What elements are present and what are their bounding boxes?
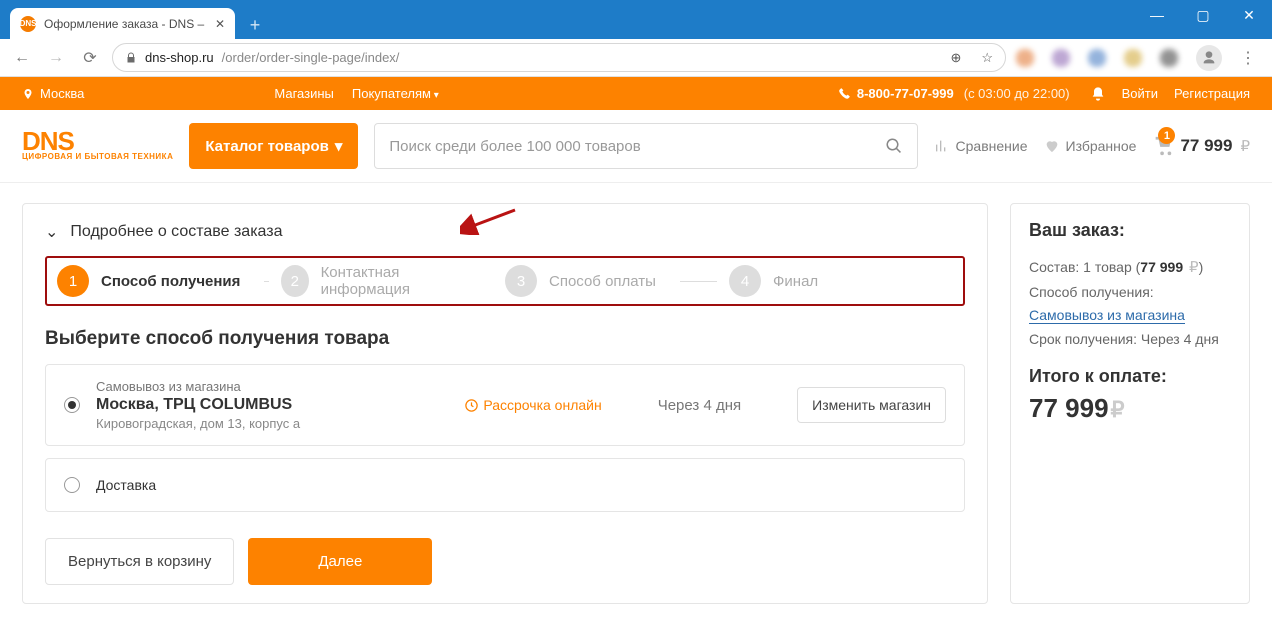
nav-buyers[interactable]: Покупателям [352,86,439,101]
summary-contents-value: 1 товар [1083,259,1132,275]
new-tab-button[interactable]: + [241,11,269,39]
step-number: 4 [729,265,761,297]
catalog-button[interactable]: Каталог товаров ▾ [189,123,358,169]
close-tab-icon[interactable]: ✕ [215,17,225,31]
step-number: 2 [281,265,309,297]
browser-tab-active[interactable]: DNS Оформление заказа - DNS – ин ✕ [10,8,235,39]
cart-button[interactable]: 1 77 999₽ [1152,135,1250,157]
step-label: Финал [773,273,818,290]
search-input[interactable]: Поиск среди более 100 000 товаров [374,123,917,169]
pickup-eta: Через 4 дня [658,397,741,414]
compare-icon [934,138,950,154]
summary-eta-value: Через 4 дня [1141,331,1219,347]
extension-icon[interactable] [1016,49,1034,67]
step-4[interactable]: 4 Финал [729,265,953,297]
extension-icon[interactable] [1160,49,1178,67]
support-phone[interactable]: 8-800-77-07-999 (c 03:00 до 22:00) [838,86,1070,101]
back-to-cart-button[interactable]: Вернуться в корзину [45,538,234,585]
option-pickup[interactable]: Самовывоз из магазина Москва, ТРЦ COLUMB… [45,364,965,446]
section-title: Выберите способ получения товара [45,328,965,350]
chevron-down-icon: ▾ [335,137,343,155]
city-name: Москва [40,86,84,101]
step-label: Способ получения [101,273,240,290]
phone-number: 8-800-77-07-999 [857,86,954,101]
address-bar[interactable]: dns-shop.ru/order/order-single-page/inde… [112,43,1006,72]
url-domain: dns-shop.ru [145,50,214,65]
bookmark-star-icon[interactable]: ☆ [981,50,993,66]
catalog-label: Каталог товаров [205,138,329,155]
summary-total-value: 77 999 [1029,393,1109,423]
install-app-icon[interactable]: ⊕ [950,50,961,66]
search-icon[interactable] [885,137,903,155]
pickup-store: Москва, ТРЦ COLUMBUS [96,396,300,414]
site-topbar: Москва Магазины Покупателям 8-800-77-07-… [0,77,1272,110]
step-3[interactable]: 3 Способ оплаты [505,265,729,297]
radio-pickup[interactable] [64,397,80,413]
clock-icon [464,398,479,413]
nav-forward-button[interactable]: → [44,49,68,67]
phone-icon [838,87,851,100]
checkout-steps: 1 Способ получения 2 Контактная информац… [45,256,965,306]
url-path: /order/order-single-page/index/ [222,50,400,65]
nav-stores[interactable]: Магазины [274,86,334,101]
summary-eta-label: Срок получения: [1029,331,1137,347]
favorites-link[interactable]: Избранное [1044,138,1137,154]
rub-sign: ₽ [1111,397,1125,422]
radio-delivery[interactable] [64,477,80,493]
step-1[interactable]: 1 Способ получения [57,265,281,297]
summary-method-label: Способ получения: [1029,281,1231,305]
step-number: 3 [505,265,537,297]
register-link[interactable]: Регистрация [1174,86,1250,101]
bell-icon[interactable] [1090,86,1106,102]
window-close-button[interactable]: ✕ [1226,0,1272,30]
delivery-label: Доставка [96,477,156,493]
summary-contents-label: Состав: [1029,259,1079,275]
nav-reload-button[interactable]: ⟳ [78,48,102,68]
pickup-address: Кировоградская, дом 13, корпус а [96,416,300,431]
search-placeholder: Поиск среди более 100 000 товаров [389,138,884,155]
profile-avatar-button[interactable] [1196,45,1222,71]
chevron-down-icon: ⌄ [45,222,58,242]
site-header: DNS ЦИФРОВАЯ И БЫТОВАЯ ТЕХНИКА Каталог т… [0,110,1272,183]
option-delivery[interactable]: Доставка [45,458,965,512]
tab-title: Оформление заказа - DNS – ин [44,17,207,31]
logo-sub: ЦИФРОВАЯ И БЫТОВАЯ ТЕХНИКА [22,154,173,160]
expand-label: Подробнее о составе заказа [70,223,282,241]
installment-link[interactable]: Рассрочка онлайн [464,397,601,413]
pickup-heading: Самовывоз из магазина [96,379,300,394]
browser-toolbar: ← → ⟳ dns-shop.ru/order/order-single-pag… [0,39,1272,77]
cart-total: 77 999 [1180,136,1232,156]
rub-sign: ₽ [1240,137,1250,155]
window-maximize-button[interactable]: ▢ [1180,0,1226,30]
logo[interactable]: DNS ЦИФРОВАЯ И БЫТОВАЯ ТЕХНИКА [22,131,173,160]
tab-favicon: DNS [20,16,36,32]
city-selector[interactable]: Москва [22,86,84,101]
heart-icon [1044,138,1060,154]
step-label: Способ оплаты [549,273,656,290]
window-minimize-button[interactable]: — [1134,0,1180,30]
step-2[interactable]: 2 Контактная информация [281,264,505,298]
step-label: Контактная информация [321,264,469,298]
pin-icon [22,87,34,101]
browser-menu-button[interactable]: ⋮ [1240,48,1256,68]
summary-title: Ваш заказ: [1029,220,1231,241]
step-number: 1 [57,265,89,297]
change-store-button[interactable]: Изменить магазин [797,387,946,423]
order-details-toggle[interactable]: ⌄ Подробнее о составе заказа [45,222,965,242]
order-summary: Ваш заказ: Состав: 1 товар (77 999 ₽) Сп… [1010,203,1250,604]
extension-icon[interactable] [1124,49,1142,67]
next-button[interactable]: Далее [248,538,432,585]
lock-icon [125,52,137,64]
summary-contents-price: 77 999 [1140,259,1183,275]
nav-back-button[interactable]: ← [10,49,34,67]
extension-icon[interactable] [1088,49,1106,67]
summary-total-label: Итого к оплате: [1029,366,1231,387]
compare-link[interactable]: Сравнение [934,138,1028,154]
window-titlebar: DNS Оформление заказа - DNS – ин ✕ + — ▢… [0,0,1272,39]
summary-method-link[interactable]: Самовывоз из магазина [1029,307,1185,324]
phone-hours: (c 03:00 до 22:00) [964,86,1070,101]
checkout-main: ⌄ Подробнее о составе заказа 1 Способ по… [22,203,988,604]
login-link[interactable]: Войти [1122,86,1158,101]
extension-icon[interactable] [1052,49,1070,67]
